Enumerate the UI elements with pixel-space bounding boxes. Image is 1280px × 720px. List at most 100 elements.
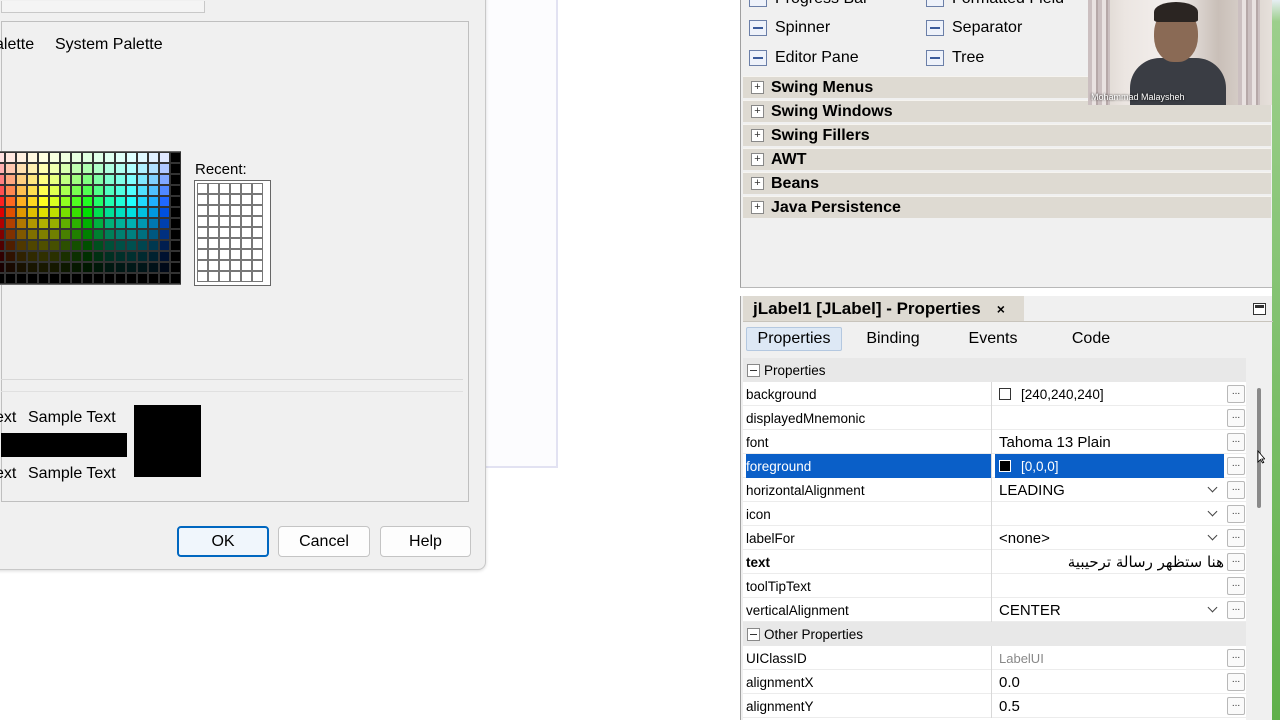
color-swatch[interactable] (5, 240, 16, 251)
scrollbar-thumb[interactable] (1257, 388, 1261, 508)
color-swatch[interactable] (137, 273, 148, 284)
category-beans[interactable]: + Beans (743, 172, 1271, 194)
color-swatch[interactable] (5, 229, 16, 240)
chevron-down-icon[interactable] (1207, 508, 1219, 520)
color-swatch[interactable] (115, 174, 126, 185)
property-value[interactable]: Tahoma 13 Plain (995, 430, 1224, 454)
chevron-down-icon[interactable] (1207, 604, 1219, 616)
color-swatch[interactable] (126, 152, 137, 163)
color-swatch[interactable] (82, 240, 93, 251)
property-row-alignmenty[interactable]: alignmentY 0.5 ... (743, 694, 1246, 718)
property-value[interactable] (995, 574, 1224, 598)
color-swatch[interactable] (137, 174, 148, 185)
color-swatch[interactable] (16, 251, 27, 262)
color-swatch[interactable] (170, 152, 181, 163)
recent-swatch[interactable] (241, 194, 252, 205)
help-button[interactable]: Help (380, 526, 471, 557)
color-swatch[interactable] (49, 218, 60, 229)
color-swatch[interactable] (148, 185, 159, 196)
recent-swatch[interactable] (208, 271, 219, 282)
recent-swatch[interactable] (252, 205, 263, 216)
recent-swatch[interactable] (208, 238, 219, 249)
color-swatch[interactable] (104, 163, 115, 174)
recent-swatch[interactable] (197, 238, 208, 249)
color-swatch[interactable] (126, 262, 137, 273)
color-swatch[interactable] (170, 174, 181, 185)
color-swatch[interactable] (60, 218, 71, 229)
color-swatch[interactable] (93, 273, 104, 284)
color-swatch[interactable] (49, 152, 60, 163)
recent-swatch[interactable] (230, 194, 241, 205)
color-swatch[interactable] (5, 251, 16, 262)
color-swatch[interactable] (104, 196, 115, 207)
color-swatch[interactable] (170, 229, 181, 240)
color-swatch[interactable] (27, 152, 38, 163)
ellipsis-button[interactable]: ... (1227, 577, 1245, 595)
color-swatch[interactable] (148, 262, 159, 273)
color-swatch[interactable] (5, 207, 16, 218)
color-swatch[interactable] (82, 262, 93, 273)
expand-icon[interactable]: + (751, 177, 764, 190)
color-swatch[interactable] (159, 174, 170, 185)
color-swatch[interactable] (137, 262, 148, 273)
color-swatch[interactable] (137, 152, 148, 163)
color-swatch[interactable] (38, 207, 49, 218)
color-swatch[interactable] (16, 229, 27, 240)
color-swatch[interactable] (126, 185, 137, 196)
ellipsis-button[interactable]: ... (1227, 553, 1245, 571)
color-swatch[interactable] (60, 262, 71, 273)
color-swatch[interactable] (16, 185, 27, 196)
recent-swatch[interactable] (252, 238, 263, 249)
color-swatch[interactable] (126, 174, 137, 185)
color-swatch[interactable] (16, 152, 27, 163)
recent-swatch[interactable] (230, 271, 241, 282)
recent-swatch[interactable] (219, 194, 230, 205)
color-swatch[interactable] (104, 262, 115, 273)
property-row-uiclassid[interactable]: UIClassID LabelUI ... (743, 646, 1246, 670)
color-swatch[interactable] (148, 229, 159, 240)
color-swatch[interactable] (159, 196, 170, 207)
property-value[interactable]: [0,0,0] (995, 454, 1224, 478)
color-swatch[interactable] (126, 240, 137, 251)
color-swatch[interactable] (49, 229, 60, 240)
color-swatch[interactable] (82, 251, 93, 262)
recent-swatch[interactable] (241, 238, 252, 249)
color-swatch[interactable] (126, 196, 137, 207)
property-row-horizontalalignment[interactable]: horizontalAlignment LEADING ... (743, 478, 1246, 502)
color-swatch[interactable] (137, 196, 148, 207)
color-swatch[interactable] (104, 240, 115, 251)
color-swatch[interactable] (71, 273, 82, 284)
color-swatch[interactable] (104, 218, 115, 229)
color-swatch[interactable] (27, 207, 38, 218)
color-swatch[interactable] (49, 251, 60, 262)
recent-swatch[interactable] (219, 183, 230, 194)
color-swatch[interactable] (104, 229, 115, 240)
color-swatch[interactable] (104, 273, 115, 284)
section-other-properties[interactable]: Other Properties (743, 622, 1246, 646)
expand-icon[interactable]: + (751, 153, 764, 166)
palette-item-progress-bar[interactable]: Progress Bar (749, 0, 868, 8)
color-swatch[interactable] (148, 251, 159, 262)
color-swatch[interactable] (38, 240, 49, 251)
color-swatch[interactable] (16, 240, 27, 251)
expand-icon[interactable]: + (751, 201, 764, 214)
color-swatch[interactable] (49, 174, 60, 185)
color-swatch[interactable] (71, 207, 82, 218)
color-swatch[interactable] (148, 273, 159, 284)
property-row-labelfor[interactable]: labelFor <none> ... (743, 526, 1246, 550)
color-swatch[interactable] (71, 251, 82, 262)
property-value[interactable]: CENTER (995, 598, 1224, 622)
color-swatch[interactable] (38, 229, 49, 240)
recent-swatch[interactable] (208, 260, 219, 271)
color-swatch[interactable] (170, 240, 181, 251)
color-swatch[interactable] (159, 185, 170, 196)
color-swatch[interactable] (16, 262, 27, 273)
color-swatch[interactable] (104, 251, 115, 262)
color-swatch[interactable] (148, 163, 159, 174)
ellipsis-button[interactable]: ... (1227, 529, 1245, 547)
color-swatch[interactable] (60, 251, 71, 262)
recent-swatch[interactable] (241, 205, 252, 216)
color-swatch[interactable] (5, 163, 16, 174)
property-row-displayedmnemonic[interactable]: displayedMnemonic ... (743, 406, 1246, 430)
recent-swatch[interactable] (252, 194, 263, 205)
